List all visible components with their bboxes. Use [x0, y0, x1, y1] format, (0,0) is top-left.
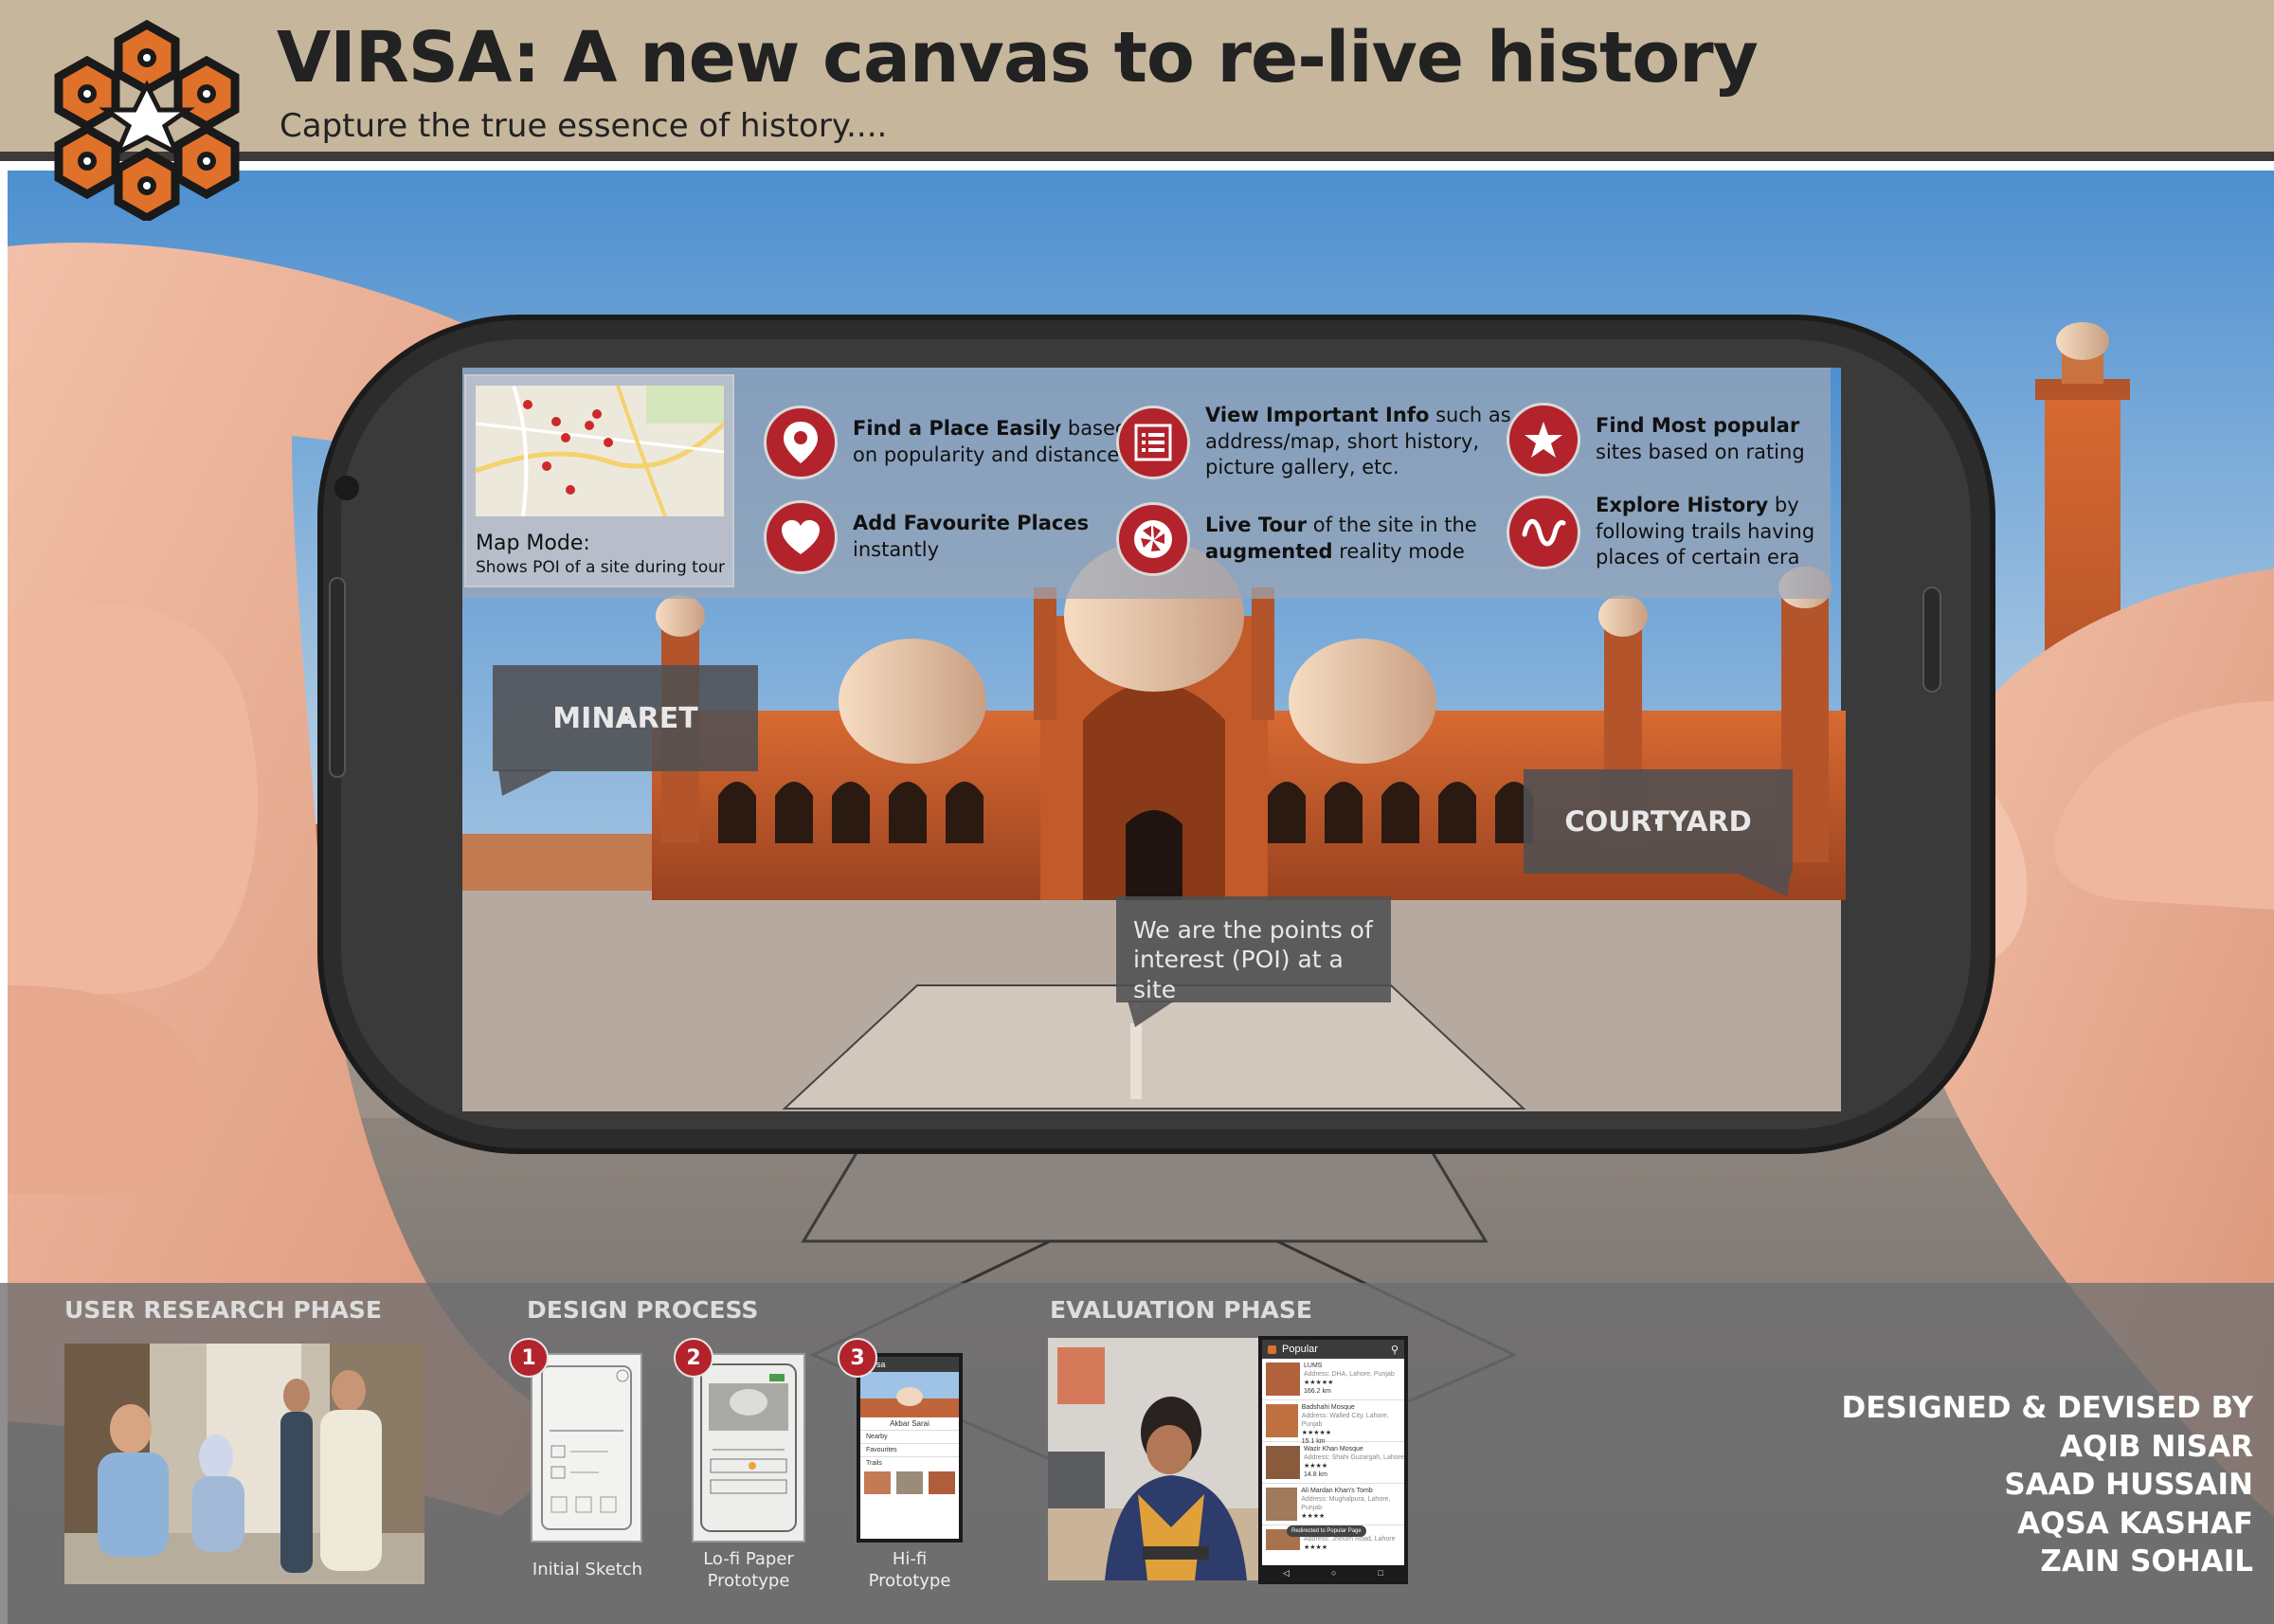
page-subtitle: Capture the true essence of history....: [280, 107, 888, 145]
search-icon: ⚲: [1390, 1344, 1399, 1356]
wave-icon: [1507, 495, 1580, 569]
minaret-callout-tail: [498, 769, 555, 796]
feature-find-popular-text: Find Most popular sites based on rating: [1596, 414, 1805, 463]
list-item[interactable]: LUMS Address: DHA, Lahore, Punjab ★★★★★ 166…: [1262, 1359, 1404, 1400]
map-mode-panel[interactable]: Map Mode: Shows POI of a site during tou…: [464, 374, 734, 587]
list-item[interactable]: Badshahi Mosque Address: Walled City, Lah…: [1262, 1400, 1404, 1445]
recents-icon[interactable]: □: [1379, 1568, 1383, 1578]
lofi-prototype-image: [692, 1353, 805, 1543]
hifi-prototype-image: Virsa Akbar Sarai Nearby Favourites Trai…: [857, 1353, 963, 1543]
poi-text-line2: interest (POI) at a site: [1133, 946, 1344, 1003]
minaret-label: MINARET: [552, 701, 698, 735]
heart-icon: [764, 500, 838, 574]
virsa-logo: [54, 19, 240, 221]
feature-find-popular[interactable]: Find Most popular sites based on rating: [1507, 403, 1805, 477]
evaluation-title: EVALUATION PHASE: [1050, 1296, 1312, 1324]
credit-name: AQIB NISAR: [2060, 1429, 2253, 1464]
step-3-badge: 3: [838, 1338, 877, 1378]
courtyard-callout-tail: [1734, 872, 1791, 896]
map-graphic: [476, 386, 724, 516]
step-3-caption: Hi-fi Prototype: [868, 1549, 951, 1592]
feature-live-tour-text: Live Tour of the site in the augmented r…: [1205, 514, 1477, 563]
feature-find-place-text: Find a Place Easily based on popularity …: [853, 417, 1128, 466]
feature-view-info[interactable]: View Important Info such as address/map,…: [1116, 403, 1511, 481]
step-2-caption: Lo-fi Paper Prototype: [703, 1549, 794, 1592]
eval-screen-title: Popular: [1282, 1344, 1318, 1355]
location-pin-icon: [764, 406, 838, 479]
courtyard-label: COURTYARD: [1564, 805, 1752, 838]
feature-find-place[interactable]: Find a Place Easily based on popularity …: [764, 406, 1128, 479]
credit-name: AQSA KASHAF: [2017, 1506, 2253, 1541]
credit-name: SAAD HUSSAIN: [2004, 1468, 2253, 1503]
list-item[interactable]: Ali Mardan Khan's Tomb Address: Mughalpur…: [1262, 1484, 1404, 1525]
map-mode-description: Shows POI of a site during tour: [476, 558, 725, 577]
toast-message: Redirected to Popular Page: [1287, 1525, 1366, 1537]
poi-callout[interactable]: We are the points of interest (POI) at a…: [1116, 896, 1391, 1010]
courtyard-callout[interactable]: COURTYARD: [1524, 769, 1793, 874]
feature-add-favourite-text: Add Favourite Places instantly: [853, 512, 1090, 561]
credits-block: DESIGNED & DEVISED BY AQIB NISAR SAAD HU…: [1841, 1389, 2253, 1581]
poi-text-line1: We are the points of: [1133, 916, 1373, 944]
evaluation-photo: [1048, 1338, 1261, 1580]
map-thumbnail: [476, 386, 724, 516]
minaret-callout[interactable]: MINARET: [493, 665, 758, 771]
list-item[interactable]: Wazir Khan Mosque Address: Shahi Guzargah…: [1262, 1442, 1404, 1484]
credits-heading: DESIGNED & DEVISED BY: [1841, 1391, 2253, 1425]
feature-explore-history-text: Explore History by following trails havi…: [1596, 494, 1815, 569]
step-2-badge: 2: [674, 1338, 713, 1378]
home-icon[interactable]: ○: [1331, 1568, 1336, 1578]
user-research-title: USER RESEARCH PHASE: [64, 1296, 382, 1324]
initial-sketch-image: [531, 1353, 642, 1543]
credit-name: ZAIN SOHAIL: [2040, 1544, 2253, 1579]
feature-view-info-text: View Important Info such as address/map,…: [1205, 404, 1511, 479]
feature-add-favourite[interactable]: Add Favourite Places instantly: [764, 500, 1089, 574]
poi-callout-tail: [1128, 1001, 1175, 1027]
feature-explore-history[interactable]: Explore History by following trails havi…: [1507, 493, 1814, 571]
page-title: VIRSA: A new canvas to re-live history: [277, 17, 1759, 99]
map-mode-label: Map Mode:: [476, 532, 590, 555]
step-1-caption: Initial Sketch: [532, 1560, 643, 1579]
header-bar: VIRSA: A new canvas to re-live history C…: [0, 0, 2274, 161]
step-1-badge: 1: [509, 1338, 549, 1378]
android-nav-bar: ◁ ○ □: [1262, 1565, 1404, 1580]
feature-live-tour[interactable]: Live Tour of the site in the augmented r…: [1116, 502, 1477, 576]
evaluation-app-screen: Popular ⚲ LUMS Address: DHA, Lahore, Punj…: [1258, 1336, 1408, 1584]
design-process-title: DESIGN PROCESS: [527, 1296, 759, 1324]
user-research-photo: [64, 1344, 424, 1584]
star-icon: [1507, 403, 1580, 477]
app-logo-icon: [1268, 1344, 1276, 1354]
aperture-icon: [1116, 502, 1190, 576]
back-icon[interactable]: ◁: [1283, 1568, 1290, 1579]
list-icon: [1116, 405, 1190, 479]
